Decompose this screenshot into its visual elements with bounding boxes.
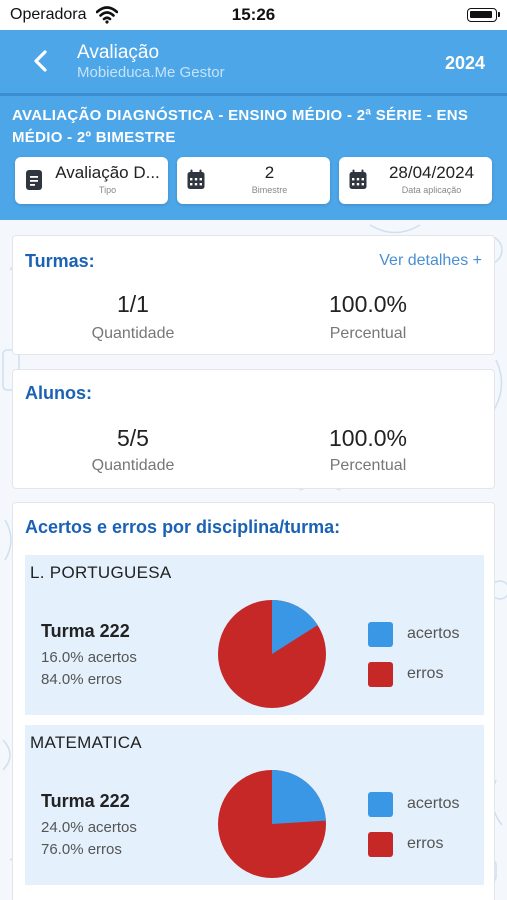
- pie-slice-hits: [272, 770, 326, 824]
- app-subtitle: Mobieduca.Me Gestor: [77, 64, 225, 81]
- info-card-bimestre[interactable]: 2 Bimestre: [177, 157, 330, 204]
- document-icon: [26, 170, 42, 190]
- data-aplicacao-label: Data aplicação: [401, 185, 462, 195]
- turmas-quantity-label: Quantidade: [91, 325, 175, 342]
- ver-detalhes-link[interactable]: Ver detalhes +: [379, 252, 482, 270]
- header-divider: [0, 93, 507, 96]
- turmas-title: Turmas:: [25, 251, 95, 271]
- discipline-block-matematica: MATEMATICA Turma 222 24.0% acertos 76.0%…: [25, 725, 484, 885]
- data-aplicacao-value: 28/04/2024: [388, 163, 475, 182]
- alunos-percent-label: Percentual: [329, 457, 407, 474]
- clock: 15:26: [231, 5, 276, 24]
- turmas-percent-label: Percentual: [329, 325, 407, 342]
- bimestre-label: Bimestre: [251, 185, 288, 195]
- turmas-percent-value: 100.0%: [328, 291, 407, 317]
- alunos-quantity-label: Quantidade: [91, 457, 175, 474]
- alunos-title: Alunos:: [25, 383, 92, 403]
- discipline-name: L. PORTUGUESA: [30, 563, 172, 582]
- calendar-icon: [187, 169, 205, 189]
- discipline-name: MATEMATICA: [30, 733, 142, 752]
- back-arrow-icon[interactable]: [26, 46, 56, 76]
- turmas-card: Turmas: Ver detalhes + 1/1 Quantidade 10…: [12, 235, 495, 355]
- nav-bar: Avaliação Mobieduca.Me Gestor 2024: [0, 30, 507, 93]
- pie-chart: [218, 600, 326, 708]
- legend-swatch-erros: [368, 832, 393, 857]
- alunos-card: Alunos: 5/5 Quantidade 100.0% Percentual: [12, 369, 495, 489]
- info-card-data[interactable]: 28/04/2024 Data aplicação: [339, 157, 492, 204]
- header: Avaliação Mobieduca.Me Gestor 2024 AVALI…: [0, 30, 507, 220]
- errors-text: 84.0% erros: [41, 671, 122, 688]
- legend-label-acertos: acertos: [407, 625, 460, 642]
- hits-text: 24.0% acertos: [41, 819, 137, 836]
- battery-icon: [467, 8, 500, 22]
- legend-swatch-acertos: [368, 792, 393, 817]
- legend-swatch-acertos: [368, 622, 393, 647]
- scroll-content[interactable]: Turmas: Ver detalhes + 1/1 Quantidade 10…: [0, 220, 507, 900]
- legend-label-acertos: acertos: [407, 795, 460, 812]
- discipline-block-portuguesa: L. PORTUGUESA Turma 222 16.0% acertos 84…: [25, 555, 484, 715]
- acertos-erros-card: Acertos e erros por disciplina/turma: L.…: [12, 502, 495, 900]
- turma-name: Turma 222: [41, 791, 130, 811]
- page-title: Avaliação: [77, 42, 160, 63]
- calendar-icon: [349, 169, 367, 189]
- hits-text: 16.0% acertos: [41, 649, 137, 666]
- tipo-label: Tipo: [98, 185, 117, 195]
- alunos-percent-value: 100.0%: [328, 425, 407, 451]
- status-bar: Operadora 15:26: [0, 0, 507, 30]
- errors-text: 76.0% erros: [41, 841, 122, 858]
- year-label: 2024: [444, 53, 485, 73]
- legend-swatch-erros: [368, 662, 393, 687]
- tipo-value: Avaliação D...: [55, 163, 160, 182]
- evaluation-title: AVALIAÇÃO DIAGNÓSTICA - ENSINO MÉDIO - 2…: [12, 107, 469, 146]
- acertos-erros-title: Acertos e erros por disciplina/turma:: [25, 517, 341, 537]
- legend-label-erros: erros: [407, 665, 444, 682]
- turmas-quantity-value: 1/1: [117, 291, 149, 317]
- alunos-quantity-value: 5/5: [117, 425, 149, 451]
- bimestre-value: 2: [264, 163, 275, 182]
- turma-name: Turma 222: [41, 621, 130, 641]
- legend-label-erros: erros: [407, 835, 444, 852]
- info-card-tipo[interactable]: Avaliação D... Tipo: [15, 157, 168, 204]
- pie-chart: [218, 770, 326, 878]
